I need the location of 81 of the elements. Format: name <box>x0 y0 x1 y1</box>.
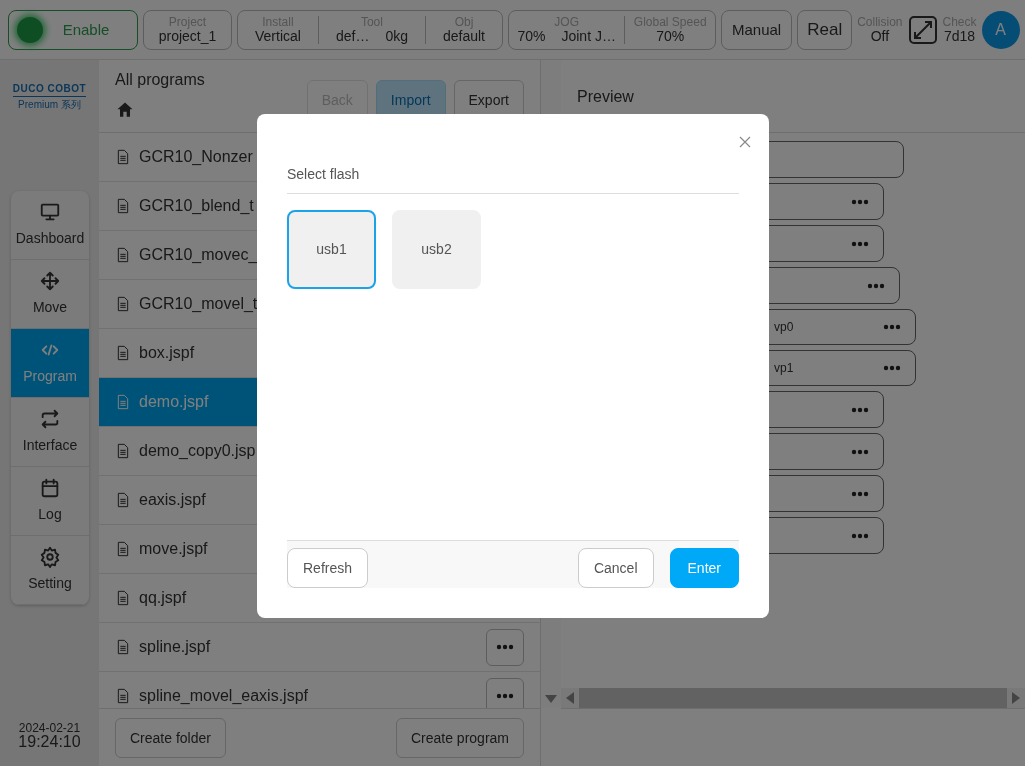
document-icon <box>115 492 131 508</box>
user-avatar[interactable]: A <box>981 11 1020 49</box>
document-icon <box>115 296 131 312</box>
scrollbar-thumb[interactable] <box>579 688 1007 708</box>
nav-item[interactable]: Interface <box>11 398 89 467</box>
refresh-button[interactable]: Refresh <box>287 548 369 588</box>
panel-title: All programs <box>115 70 205 90</box>
dots-icon[interactable] <box>851 198 869 205</box>
nav-item[interactable]: Setting <box>11 536 89 605</box>
document-icon <box>115 443 131 459</box>
field-value: Off <box>870 28 890 45</box>
device-option[interactable]: usb2 <box>392 210 481 289</box>
dots-icon <box>496 644 514 650</box>
block-text: vp0 <box>773 319 795 336</box>
mode-button[interactable]: Manual <box>721 10 793 50</box>
dots-icon <box>496 693 514 699</box>
file-name: GCR10_movel_t <box>139 294 258 314</box>
dots-icon[interactable] <box>851 490 869 497</box>
date-text: 2024-02-21 <box>18 722 81 734</box>
create-button[interactable]: Create folder <box>115 718 226 758</box>
document-icon <box>115 198 131 214</box>
swap-arrows-icon <box>39 408 61 430</box>
document-icon <box>115 688 131 704</box>
document-icon <box>115 247 131 263</box>
nav-item[interactable]: Dashboard <box>11 191 89 260</box>
cancel-button[interactable]: Cancel <box>577 548 654 588</box>
field-value: 7d18 <box>943 28 976 45</box>
file-name: qq.jspf <box>139 588 187 608</box>
close-button[interactable] <box>737 134 753 150</box>
document-icon <box>115 345 131 361</box>
file-name: spline_movel_eaxis.jspf <box>139 686 308 706</box>
document-icon <box>115 541 131 557</box>
file-name: box.jspf <box>139 343 195 363</box>
dots-icon[interactable] <box>851 532 869 539</box>
field-value: default <box>442 28 485 45</box>
file-name: move.jspf <box>139 539 208 559</box>
more-button[interactable] <box>486 628 524 666</box>
field-value: 70% <box>656 28 685 45</box>
enable-button[interactable]: Enable <box>8 10 138 50</box>
document-icon <box>115 639 131 655</box>
expand-icon[interactable] <box>907 15 938 45</box>
field-value: 70% <box>517 28 546 45</box>
document-icon <box>115 590 131 606</box>
field-value: Joint J… <box>561 28 616 45</box>
logo-subtitle: Premium 系列 <box>18 98 81 112</box>
file-name: GCR10_Nonzer <box>139 147 253 167</box>
enter-button[interactable]: Enter <box>669 548 739 588</box>
dots-icon[interactable] <box>867 282 885 289</box>
document-icon <box>115 149 131 165</box>
field-value: def… <box>335 28 370 45</box>
file-name: eaxis.jspf <box>139 490 206 510</box>
field-value: project_1 <box>158 28 217 45</box>
monitor-icon <box>39 201 61 223</box>
file-row[interactable]: spline.jspf <box>99 623 540 672</box>
document-icon <box>115 394 131 410</box>
move-arrows-icon <box>39 270 61 292</box>
create-button[interactable]: Create program <box>395 718 524 758</box>
settings-icon <box>39 546 61 568</box>
nav-item[interactable]: Log <box>11 467 89 536</box>
file-name: demo_copy0.jsp <box>139 441 256 461</box>
field-value: Vertical <box>255 28 301 45</box>
dots-icon[interactable] <box>883 365 901 371</box>
logo-text: DUCO COBOT <box>12 76 87 97</box>
block-text: vp1 <box>773 360 795 377</box>
more-button[interactable] <box>486 677 524 708</box>
file-name: spline.jspf <box>139 637 211 657</box>
dots-icon[interactable] <box>883 324 901 330</box>
close-icon <box>739 136 751 148</box>
home-icon <box>115 100 135 120</box>
dots-icon[interactable] <box>851 240 869 247</box>
file-name: GCR10_blend_t <box>139 196 254 216</box>
field-value: 0kg <box>385 28 408 45</box>
clock-text: 19:24:10 <box>18 734 81 750</box>
device-option[interactable]: usb1 <box>287 210 376 289</box>
file-name: GCR10_movec_ <box>139 245 258 265</box>
file-name: demo.jspf <box>139 392 209 412</box>
real-button[interactable]: Real <box>797 10 853 50</box>
calendar-icon <box>39 477 61 499</box>
dots-icon[interactable] <box>851 406 869 413</box>
dots-icon[interactable] <box>851 448 869 455</box>
dialog-title: Select flash <box>287 114 739 194</box>
